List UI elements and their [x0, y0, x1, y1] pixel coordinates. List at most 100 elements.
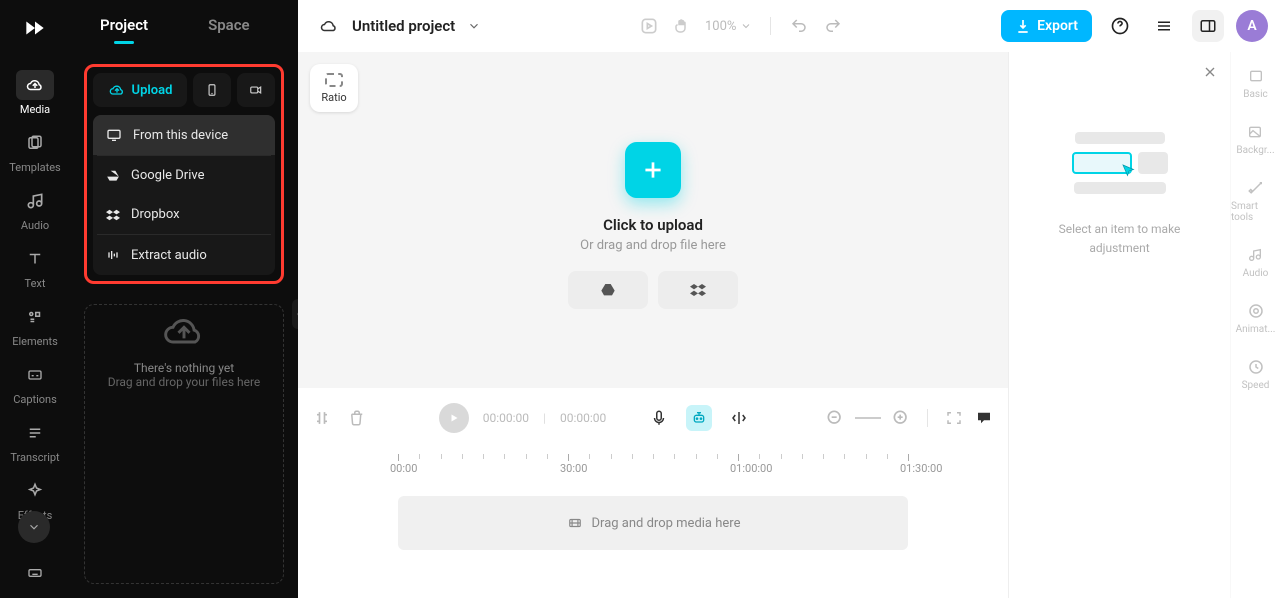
menu-google-drive[interactable]: Google Drive — [93, 156, 275, 195]
rail-item-text[interactable]: Text — [0, 238, 70, 296]
inspector-close-button[interactable] — [1202, 64, 1218, 80]
redo-icon[interactable] — [823, 17, 843, 35]
plus-icon — [640, 157, 666, 183]
hand-icon[interactable] — [673, 17, 691, 35]
media-panel: Project Space Upload From this device — [70, 0, 298, 598]
menu-dropbox[interactable]: Dropbox — [93, 195, 275, 234]
mic-icon — [650, 408, 668, 428]
avatar[interactable]: A — [1236, 10, 1268, 42]
templates-icon — [25, 134, 45, 152]
upload-title: Click to upload — [603, 216, 703, 234]
music-note-icon — [1247, 246, 1263, 264]
ai-button[interactable] — [686, 405, 712, 431]
captions-icon — [25, 367, 45, 383]
google-drive-icon — [599, 282, 617, 298]
split-icon[interactable] — [312, 408, 332, 428]
cloud-icon — [24, 76, 46, 94]
panels-button[interactable] — [1192, 10, 1224, 42]
upload-menu-highlight: Upload From this device Google Drive Dro… — [84, 64, 284, 284]
right-rail-audio[interactable]: Audio — [1243, 245, 1269, 279]
panel-tabs: Project Space — [70, 0, 298, 46]
right-rail-basic[interactable]: Basic — [1243, 66, 1268, 100]
elements-icon — [25, 308, 45, 326]
right-rail: Basic Backgr... Smart tools Audio Animat… — [1230, 52, 1280, 598]
timeline-toolbar: 00:00:00 | 00:00:00 — [298, 398, 1008, 438]
time-current: 00:00:00 — [483, 411, 529, 425]
right-rail-background[interactable]: Backgr... — [1236, 122, 1274, 156]
media-drop-area[interactable]: There's nothing yet Drag and drop your f… — [84, 304, 284, 584]
zoom-out-icon[interactable] — [825, 408, 845, 428]
camera-icon — [247, 83, 265, 97]
rail-bottom-button[interactable] — [15, 558, 55, 588]
chevron-down-icon — [740, 20, 752, 32]
rail-item-transcript[interactable]: Transcript — [0, 412, 70, 470]
text-icon — [26, 250, 44, 268]
project-name-dropdown[interactable] — [467, 19, 481, 33]
upload-record-button[interactable] — [237, 73, 275, 107]
upload-phone-button[interactable] — [193, 73, 231, 107]
tab-space[interactable]: Space — [208, 16, 250, 34]
transcript-icon — [25, 424, 45, 442]
upload-subtitle: Or drag and drop file here — [580, 238, 726, 253]
cursor-icon — [1120, 162, 1138, 180]
stack-icon — [1154, 17, 1174, 35]
inspector-empty-message: Select an item to make adjustment — [1033, 220, 1207, 258]
chevron-down-icon — [27, 520, 41, 534]
app-logo — [15, 10, 55, 46]
timeline-ruler[interactable]: 00:0030:0001:00:0001:30:00 — [298, 448, 1008, 478]
tab-project[interactable]: Project — [100, 16, 148, 34]
help-button[interactable] — [1104, 10, 1136, 42]
right-rail-speed[interactable]: Speed — [1242, 357, 1270, 391]
upload-button[interactable]: Upload — [93, 73, 187, 107]
ratio-chip[interactable]: Ratio — [310, 64, 358, 112]
undo-icon[interactable] — [789, 17, 809, 35]
robot-icon — [690, 410, 708, 426]
export-button[interactable]: Export — [1001, 10, 1092, 42]
play-outline-icon[interactable] — [639, 16, 659, 36]
monitor-icon — [105, 127, 123, 143]
mic-button[interactable] — [646, 405, 672, 431]
main-area: Untitled project 100% Export A Ratio — [298, 0, 1280, 598]
time-total: 00:00:00 — [560, 411, 606, 425]
feedback-icon[interactable] — [974, 409, 994, 427]
cloud-large-icon — [158, 309, 210, 353]
right-rail-animation[interactable]: Animat... — [1236, 301, 1276, 335]
cloud-status-icon — [318, 17, 340, 35]
music-note-icon — [25, 191, 45, 211]
layers-button[interactable] — [1148, 10, 1180, 42]
trash-icon[interactable] — [348, 408, 366, 428]
timeline-dropzone[interactable]: Drag and drop media here — [398, 496, 908, 550]
menu-extract-audio[interactable]: Extract audio — [93, 235, 275, 275]
rail-item-captions[interactable]: Captions — [0, 354, 70, 412]
zoom-slider[interactable] — [855, 417, 881, 419]
ratio-icon — [325, 73, 343, 87]
rail-item-media[interactable]: Media — [0, 64, 70, 122]
rail-item-audio[interactable]: Audio — [0, 180, 70, 238]
circle-icon — [1247, 302, 1265, 320]
help-icon — [1110, 16, 1130, 36]
chevron-down-icon — [467, 19, 481, 33]
project-name[interactable]: Untitled project — [352, 17, 455, 35]
play-button[interactable] — [439, 403, 469, 433]
film-icon — [566, 516, 584, 530]
inspector-panel: Select an item to make adjustment — [1008, 52, 1230, 598]
close-icon — [1202, 64, 1218, 80]
inspector-placeholder — [1072, 132, 1168, 194]
speed-icon — [1247, 358, 1265, 376]
rail-more-button[interactable] — [18, 511, 50, 543]
empty-line1: There's nothing yet — [134, 361, 234, 375]
rail-item-templates[interactable]: Templates — [0, 122, 70, 180]
fit-icon[interactable] — [944, 409, 964, 427]
zoom-control[interactable]: 100% — [705, 19, 752, 34]
sliders-icon — [1247, 68, 1265, 84]
upload-big-button[interactable] — [625, 142, 681, 198]
marker-button[interactable] — [726, 405, 752, 431]
rail-item-elements[interactable]: Elements — [0, 296, 70, 354]
menu-from-device[interactable]: From this device — [93, 115, 275, 155]
stage-google-drive-button[interactable] — [568, 271, 648, 309]
phone-icon — [205, 81, 219, 99]
play-icon — [448, 412, 460, 424]
stage-dropbox-button[interactable] — [658, 271, 738, 309]
zoom-in-icon[interactable] — [891, 408, 911, 428]
right-rail-smart-tools[interactable]: Smart tools — [1231, 178, 1280, 223]
